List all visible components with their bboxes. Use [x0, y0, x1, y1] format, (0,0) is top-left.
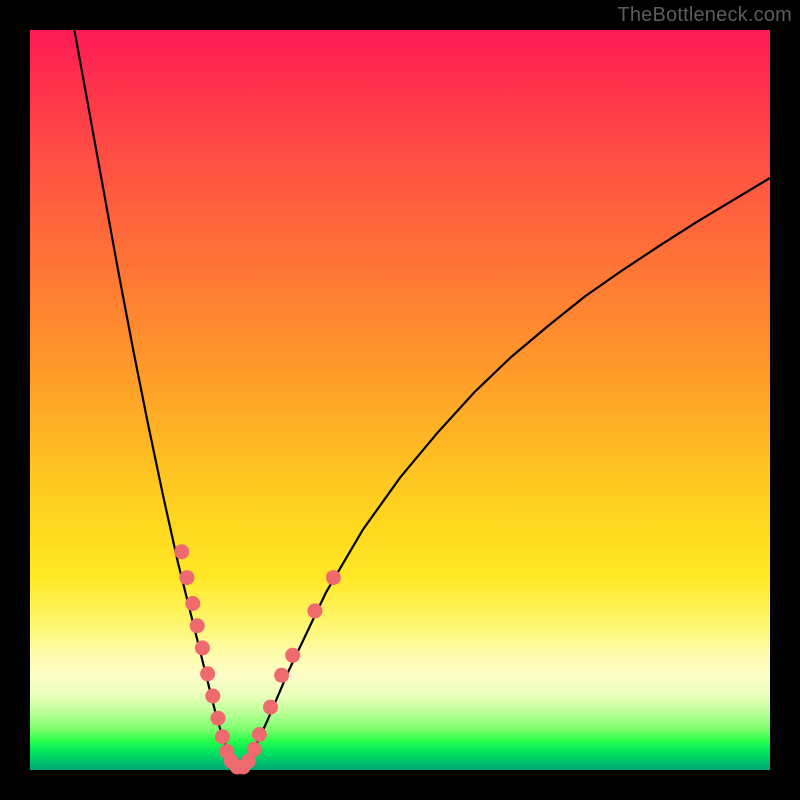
sample-point: [326, 570, 341, 585]
bottleneck-curve: [74, 30, 770, 770]
sample-point: [211, 711, 226, 726]
sample-point: [252, 727, 267, 742]
sample-point: [174, 544, 189, 559]
plot-area: [30, 30, 770, 770]
sample-point: [190, 618, 205, 633]
sample-point: [200, 666, 215, 681]
chart-frame: TheBottleneck.com: [0, 0, 800, 800]
sample-point: [179, 570, 194, 585]
sample-point: [185, 596, 200, 611]
sample-point: [285, 648, 300, 663]
sample-point: [274, 668, 289, 683]
sample-point: [247, 742, 262, 757]
sample-point: [205, 689, 220, 704]
watermark-text: TheBottleneck.com: [617, 4, 792, 27]
sample-point: [195, 640, 210, 655]
sample-point: [307, 603, 322, 618]
sample-point: [263, 700, 278, 715]
sample-point: [215, 729, 230, 744]
chart-overlay: [30, 30, 770, 770]
sample-points: [174, 544, 341, 774]
